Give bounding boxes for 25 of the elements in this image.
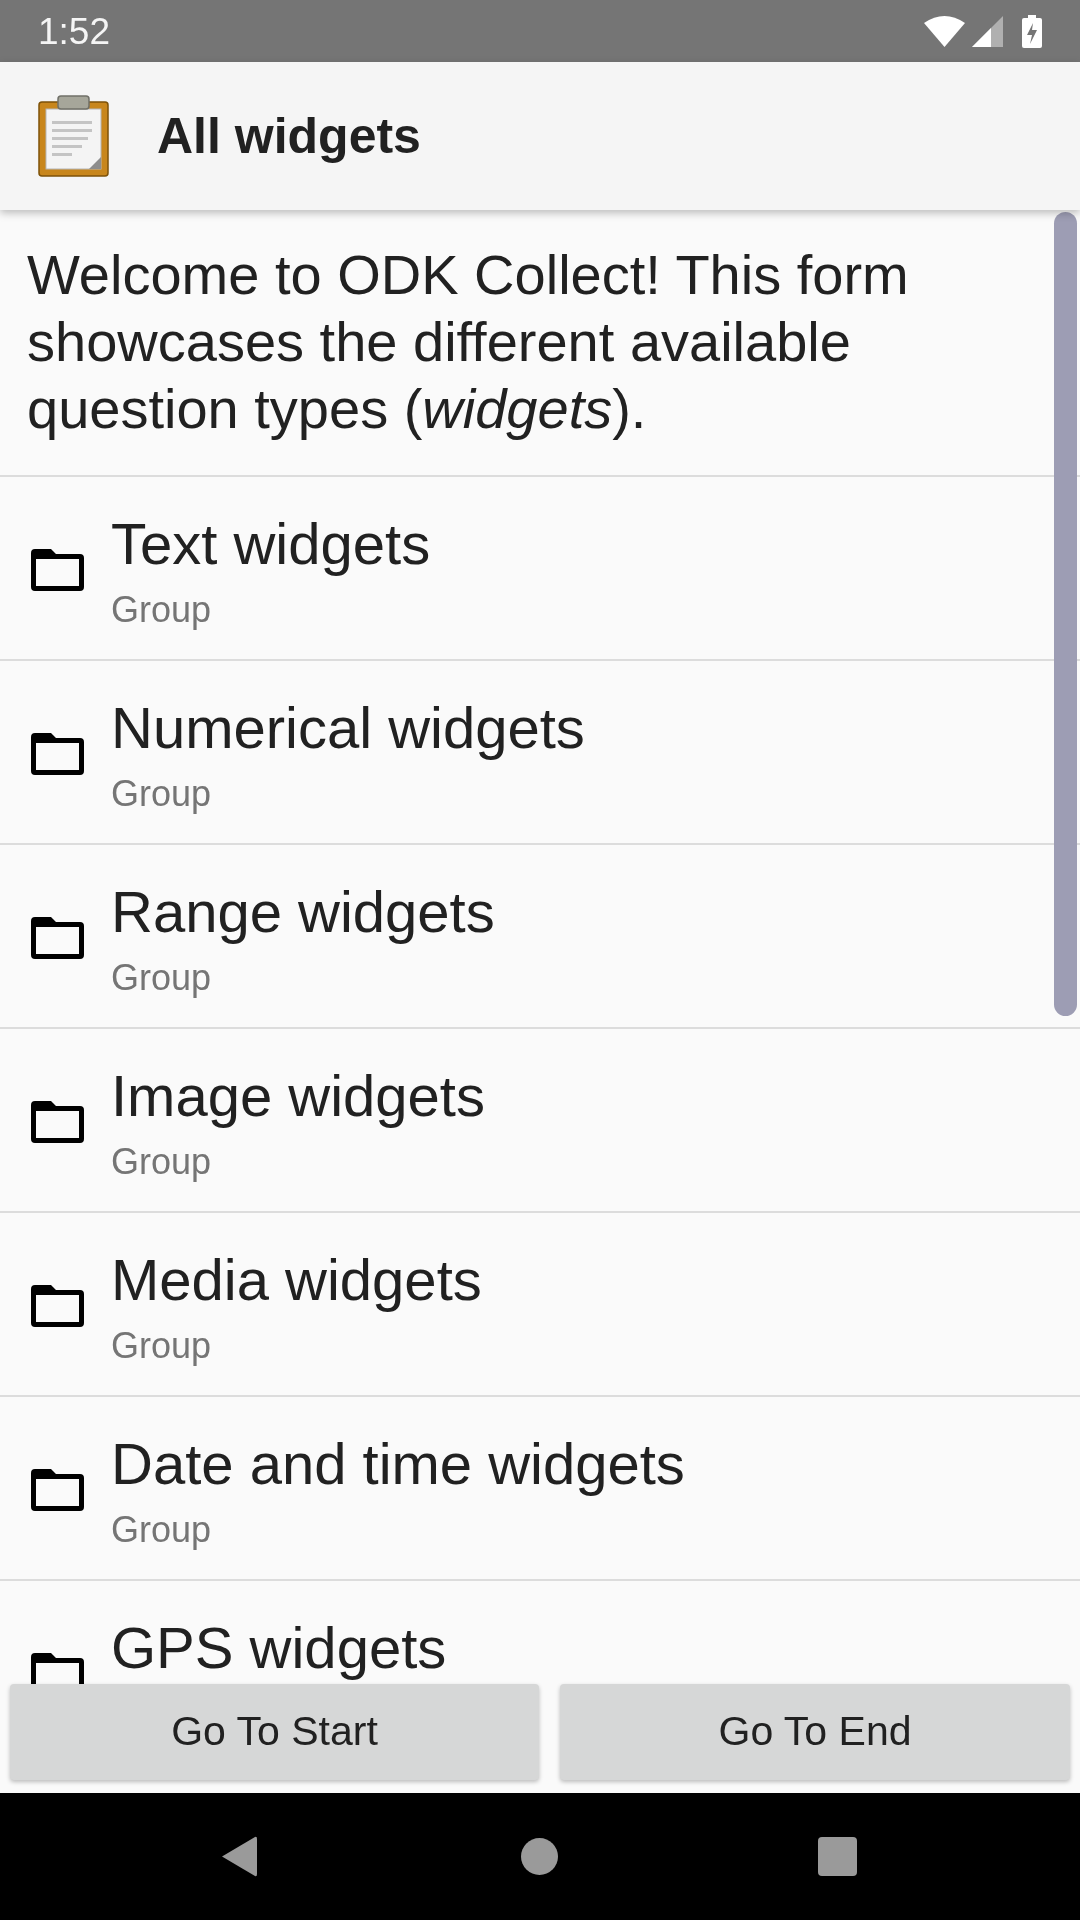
group-subtitle: Group bbox=[111, 588, 212, 632]
list-item[interactable]: Image widgets Group bbox=[0, 1029, 1080, 1213]
battery-charging-icon bbox=[1022, 14, 1042, 48]
app-bar-title: All widgets bbox=[157, 107, 421, 166]
group-subtitle: Group bbox=[111, 1140, 212, 1184]
status-time: 1:52 bbox=[38, 10, 110, 54]
group-subtitle: Group bbox=[111, 772, 212, 816]
folder-icon bbox=[31, 1101, 84, 1143]
folder-icon bbox=[31, 549, 84, 591]
nav-button[interactable]: Go To End bbox=[560, 1684, 1070, 1780]
list-item[interactable]: Date and time widgets Group bbox=[0, 1397, 1080, 1581]
wifi-icon bbox=[924, 15, 965, 47]
signal-icon bbox=[972, 15, 1003, 47]
folder-icon bbox=[31, 733, 84, 775]
group-subtitle: Group bbox=[111, 1324, 212, 1368]
list-item[interactable]: Media widgets Group bbox=[0, 1213, 1080, 1397]
group-subtitle: Group bbox=[111, 1508, 212, 1552]
home-icon[interactable] bbox=[521, 1838, 558, 1875]
folder-icon bbox=[31, 1285, 84, 1327]
back-icon[interactable] bbox=[220, 1835, 257, 1878]
nav-button[interactable]: Go To Start bbox=[10, 1684, 539, 1780]
group-subtitle: Group bbox=[111, 956, 212, 1000]
clipboard-icon bbox=[38, 95, 109, 177]
folder-icon bbox=[31, 917, 84, 959]
folder-icon bbox=[31, 1469, 84, 1511]
